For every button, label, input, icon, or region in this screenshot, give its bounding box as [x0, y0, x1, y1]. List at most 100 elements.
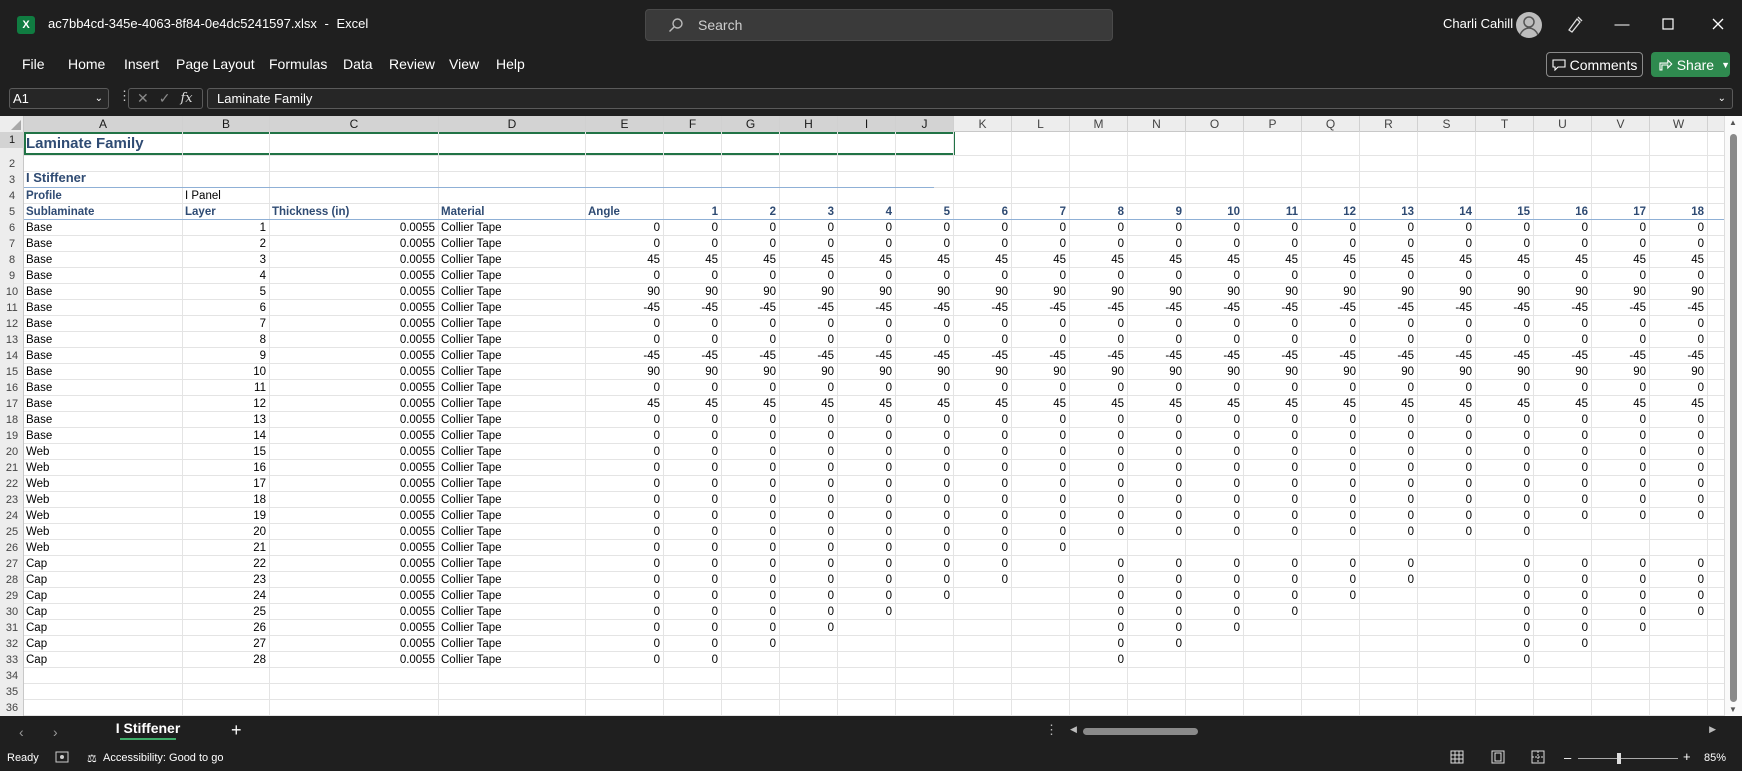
- table-cell-angle[interactable]: -45: [1244, 348, 1302, 364]
- table-cell-angle[interactable]: 0: [1128, 444, 1186, 460]
- table-cell-angle[interactable]: [1476, 540, 1534, 556]
- table-cell-angle[interactable]: 0: [838, 540, 896, 556]
- header-ply-9[interactable]: 9: [1128, 204, 1186, 220]
- table-cell-angle[interactable]: 0: [1070, 316, 1128, 332]
- table-cell-angle[interactable]: 0: [1534, 620, 1592, 636]
- table-cell-angle[interactable]: 0: [1070, 508, 1128, 524]
- table-cell-angle[interactable]: 0: [722, 236, 780, 252]
- table-cell-angle[interactable]: 45: [780, 252, 838, 268]
- table-cell-angle[interactable]: 0: [1360, 316, 1418, 332]
- table-cell-angle[interactable]: 0: [1128, 268, 1186, 284]
- table-cell-angle[interactable]: 0: [722, 588, 780, 604]
- table-cell-angle[interactable]: 0: [1302, 588, 1360, 604]
- table-cell-angle[interactable]: 0: [838, 412, 896, 428]
- table-cell-angle[interactable]: 0: [1302, 332, 1360, 348]
- table-cell-angle[interactable]: -45: [1534, 348, 1592, 364]
- table-cell-angle[interactable]: [1534, 524, 1592, 540]
- table-cell-layer[interactable]: 13: [183, 412, 270, 428]
- table-cell-angle[interactable]: 0: [1650, 412, 1708, 428]
- table-cell-layer[interactable]: 15: [183, 444, 270, 460]
- table-cell-angle[interactable]: 0: [586, 236, 664, 252]
- table-cell-angle[interactable]: 0: [1070, 412, 1128, 428]
- table-cell-angle[interactable]: 0: [586, 412, 664, 428]
- column-header-b[interactable]: B: [183, 116, 270, 132]
- table-cell-thickness[interactable]: 0.0055: [270, 636, 439, 652]
- table-cell-angle[interactable]: 0: [838, 316, 896, 332]
- table-cell-angle[interactable]: 0: [896, 556, 954, 572]
- table-cell-angle[interactable]: 0: [1302, 508, 1360, 524]
- table-cell-angle[interactable]: 0: [586, 604, 664, 620]
- table-cell-angle[interactable]: 0: [1418, 492, 1476, 508]
- share-button[interactable]: Share ▼: [1651, 52, 1730, 77]
- cancel-icon[interactable]: ✕: [137, 90, 149, 107]
- table-cell-angle[interactable]: [896, 652, 954, 668]
- table-cell-angle[interactable]: 0: [1650, 460, 1708, 476]
- table-cell-angle[interactable]: [1592, 524, 1650, 540]
- table-cell-angle[interactable]: 0: [1128, 636, 1186, 652]
- header-ply-12[interactable]: 12: [1302, 204, 1360, 220]
- table-cell-angle[interactable]: 90: [1534, 284, 1592, 300]
- table-cell-angle[interactable]: 45: [1592, 396, 1650, 412]
- header-sublaminate[interactable]: Sublaminate: [24, 204, 183, 220]
- table-cell-angle[interactable]: 0: [1418, 412, 1476, 428]
- table-cell-layer[interactable]: 26: [183, 620, 270, 636]
- table-cell-angle[interactable]: [1418, 636, 1476, 652]
- table-cell-angle[interactable]: 0: [780, 444, 838, 460]
- table-cell-angle[interactable]: 90: [664, 284, 722, 300]
- avatar[interactable]: [1516, 12, 1542, 38]
- cell-area[interactable]: Laminate Family I Stiffener Profile I Pan…: [24, 132, 1724, 716]
- table-cell-angle[interactable]: 45: [722, 252, 780, 268]
- header-ply-6[interactable]: 6: [954, 204, 1012, 220]
- table-cell-angle[interactable]: -45: [1650, 348, 1708, 364]
- table-cell-angle[interactable]: 0: [1476, 476, 1534, 492]
- table-cell-angle[interactable]: 0: [838, 444, 896, 460]
- table-cell-angle[interactable]: 0: [1128, 604, 1186, 620]
- table-cell-thickness[interactable]: 0.0055: [270, 364, 439, 380]
- table-cell-angle[interactable]: 0: [1070, 492, 1128, 508]
- table-cell-angle[interactable]: [1592, 636, 1650, 652]
- table-cell-angle[interactable]: 0: [1650, 268, 1708, 284]
- table-cell-angle[interactable]: -45: [1070, 348, 1128, 364]
- table-cell-angle[interactable]: [1012, 604, 1070, 620]
- table-cell-angle[interactable]: 0: [1360, 508, 1418, 524]
- table-cell-angle[interactable]: [838, 620, 896, 636]
- table-cell-angle[interactable]: 90: [780, 284, 838, 300]
- table-cell-angle[interactable]: 0: [1418, 524, 1476, 540]
- table-cell-angle[interactable]: 0: [1476, 268, 1534, 284]
- table-cell-angle[interactable]: [1418, 620, 1476, 636]
- table-cell-sublaminate[interactable]: Base: [24, 348, 183, 364]
- row-header-33[interactable]: 33: [0, 652, 24, 668]
- table-cell-thickness[interactable]: 0.0055: [270, 268, 439, 284]
- formula-input[interactable]: Laminate Family ⌄: [207, 88, 1733, 109]
- row-header-21[interactable]: 21: [0, 460, 24, 476]
- table-cell-angle[interactable]: 0: [954, 444, 1012, 460]
- table-cell-material[interactable]: Collier Tape: [439, 396, 586, 412]
- table-cell-angle[interactable]: [780, 652, 838, 668]
- table-cell-angle[interactable]: 0: [586, 540, 664, 556]
- table-cell-angle[interactable]: 0: [1012, 236, 1070, 252]
- table-cell-angle[interactable]: 0: [1244, 332, 1302, 348]
- table-cell-angle[interactable]: 45: [1012, 396, 1070, 412]
- table-cell-thickness[interactable]: 0.0055: [270, 348, 439, 364]
- table-cell-angle[interactable]: 0: [722, 412, 780, 428]
- table-cell-angle[interactable]: 0: [896, 588, 954, 604]
- search-box[interactable]: Search: [645, 9, 1113, 41]
- table-cell-angle[interactable]: 0: [1244, 476, 1302, 492]
- table-cell-angle[interactable]: 0: [1186, 476, 1244, 492]
- table-cell-layer[interactable]: 4: [183, 268, 270, 284]
- table-cell-angle[interactable]: 0: [1592, 460, 1650, 476]
- menu-file[interactable]: File: [22, 56, 45, 72]
- table-cell-angle[interactable]: 0: [954, 492, 1012, 508]
- table-cell-angle[interactable]: 0: [1128, 556, 1186, 572]
- table-cell-material[interactable]: Collier Tape: [439, 524, 586, 540]
- table-cell-angle[interactable]: 45: [1650, 396, 1708, 412]
- table-cell-angle[interactable]: 0: [1592, 428, 1650, 444]
- table-cell-angle[interactable]: [1302, 540, 1360, 556]
- table-cell-angle[interactable]: 0: [1418, 460, 1476, 476]
- add-sheet-icon[interactable]: +: [231, 720, 242, 741]
- table-cell-material[interactable]: Collier Tape: [439, 220, 586, 236]
- table-cell-layer[interactable]: 7: [183, 316, 270, 332]
- table-cell-angle[interactable]: [1244, 652, 1302, 668]
- table-cell-angle[interactable]: 0: [1592, 332, 1650, 348]
- table-cell-angle[interactable]: 0: [1592, 508, 1650, 524]
